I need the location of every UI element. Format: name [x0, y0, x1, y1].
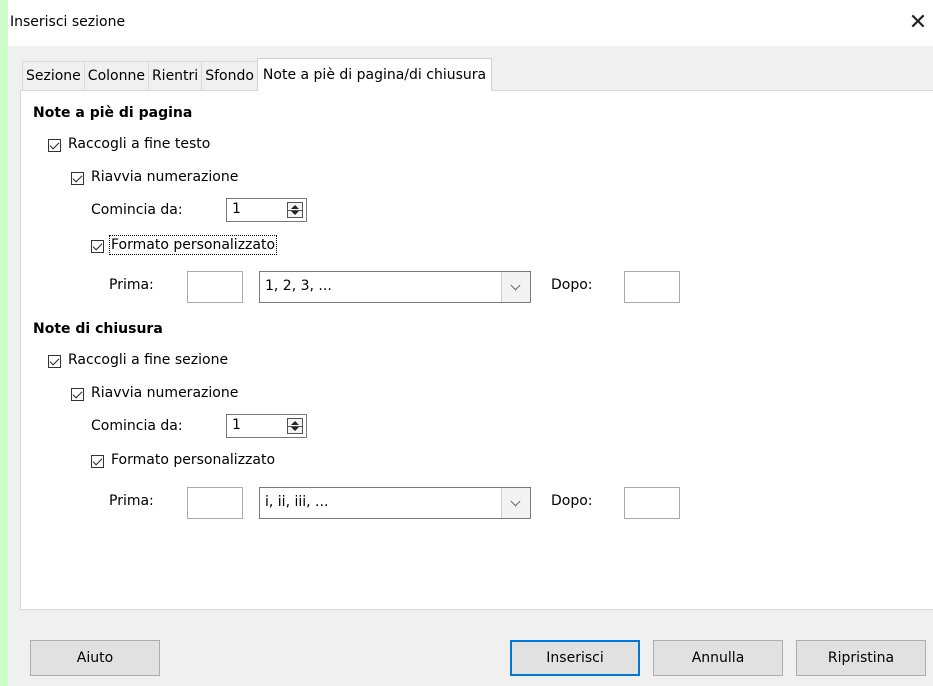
tab-panel: Note a piè di pagina Raccogli a fine tes… [20, 90, 933, 610]
tab-rientri[interactable]: Rientri [147, 61, 203, 91]
footnotes-after-input[interactable] [624, 271, 680, 303]
chevron-down-icon[interactable] [501, 272, 530, 302]
tab-colonne[interactable]: Colonne [83, 61, 149, 91]
endnotes-restart-checkbox[interactable] [71, 388, 84, 401]
endnotes-start-value: 1 [232, 417, 241, 433]
endnotes-custom-format-label[interactable]: Formato personalizzato [111, 452, 275, 468]
footnotes-after-label: Dopo: [551, 277, 593, 293]
left-accent-strip [0, 0, 8, 686]
footnotes-heading: Note a piè di pagina [33, 105, 193, 121]
endnotes-heading: Note di chiusura [33, 321, 163, 337]
spin-arrows-icon[interactable] [287, 202, 303, 218]
endnotes-format-select[interactable]: i, ii, iii, ... [259, 487, 531, 519]
endnotes-after-label: Dopo: [551, 493, 593, 509]
endnotes-after-input[interactable] [624, 487, 680, 519]
reset-button[interactable]: Ripristina [796, 640, 926, 676]
endnotes-format-value: i, ii, iii, ... [265, 494, 329, 510]
help-button[interactable]: Aiuto [30, 640, 160, 676]
tab-sezione[interactable]: Sezione [22, 61, 85, 91]
endnotes-before-label: Prima: [109, 493, 154, 509]
footnotes-format-value: 1, 2, 3, ... [265, 278, 332, 294]
footnotes-start-label: Comincia da: [91, 202, 183, 218]
footnotes-collect-checkbox[interactable] [48, 139, 61, 152]
footnotes-custom-format-checkbox[interactable] [91, 240, 104, 253]
footnotes-start-value: 1 [232, 201, 241, 217]
footnotes-format-select[interactable]: 1, 2, 3, ... [259, 271, 531, 303]
footnotes-custom-format-label[interactable]: Formato personalizzato [108, 235, 278, 255]
dialog-body: Sezione Colonne Rientri Sfondo Note a pi… [8, 46, 933, 686]
dialog-title: Inserisci sezione [10, 14, 126, 30]
endnotes-start-label: Comincia da: [91, 418, 183, 434]
insert-button[interactable]: Inserisci [510, 640, 640, 676]
spin-arrows-icon[interactable] [287, 418, 303, 434]
endnotes-custom-format-checkbox[interactable] [91, 455, 104, 468]
endnotes-before-input[interactable] [187, 487, 243, 519]
cancel-button[interactable]: Annulla [653, 640, 783, 676]
footnotes-before-input[interactable] [187, 271, 243, 303]
close-icon[interactable]: ✕ [903, 8, 933, 38]
footnotes-collect-label[interactable]: Raccogli a fine testo [68, 136, 210, 152]
endnotes-restart-label[interactable]: Riavvia numerazione [91, 385, 238, 401]
footnotes-start-spinbox[interactable]: 1 [226, 198, 307, 222]
endnotes-collect-label[interactable]: Raccogli a fine sezione [68, 352, 228, 368]
tab-strip: Sezione Colonne Rientri Sfondo Note a pi… [22, 58, 493, 91]
endnotes-start-spinbox[interactable]: 1 [226, 414, 307, 438]
chevron-down-icon[interactable] [501, 488, 530, 518]
tab-note[interactable]: Note a piè di pagina/di chiusura [256, 58, 493, 91]
endnotes-collect-checkbox[interactable] [48, 355, 61, 368]
footnotes-before-label: Prima: [109, 277, 154, 293]
footnotes-restart-checkbox[interactable] [71, 172, 84, 185]
footnotes-restart-label[interactable]: Riavvia numerazione [91, 169, 238, 185]
tab-sfondo[interactable]: Sfondo [201, 61, 258, 91]
title-bar: Inserisci sezione ✕ [8, 0, 933, 46]
